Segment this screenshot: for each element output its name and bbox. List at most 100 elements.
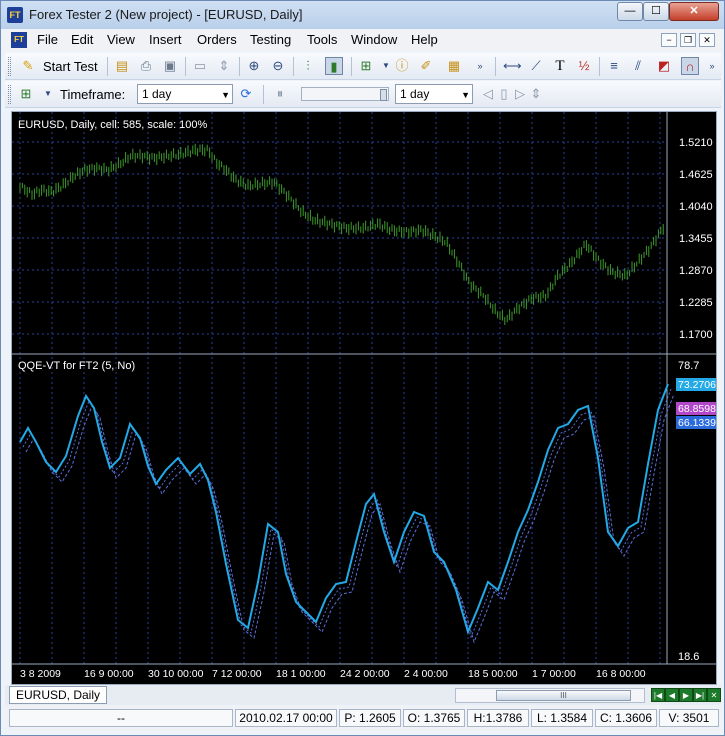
menu-insert[interactable]: Insert — [149, 32, 182, 47]
status-open: O: 1.3765 — [403, 709, 465, 727]
menu-edit[interactable]: Edit — [71, 32, 93, 47]
menu-window[interactable]: Window — [351, 32, 397, 47]
go-to-start-button[interactable]: |◀ — [651, 688, 665, 702]
date-tick-label: 18 5 00:00 — [468, 668, 518, 680]
price-tick-label: 1.5210 — [679, 137, 713, 149]
status-volume: V: 3501 — [659, 709, 719, 727]
fibonacci-icon[interactable]: ½ — [575, 57, 593, 75]
info-icon[interactable]: ⓘ — [393, 57, 411, 75]
price-tick-label: 1.4040 — [679, 201, 713, 213]
separator — [107, 57, 108, 76]
scroll-left-button[interactable]: ◀ — [665, 688, 679, 702]
chart-tab-bar: EURUSD, Daily III |◀ ◀ ▶ ▶| ✕ — [5, 685, 721, 705]
step-end-icon[interactable]: ⇕ — [527, 85, 545, 103]
date-tick-label: 2 4 00:00 — [404, 668, 448, 680]
bar-chart-icon[interactable]: ⫶ — [299, 57, 317, 75]
menu-tools[interactable]: Tools — [307, 32, 337, 47]
status-low: L: 1.3584 — [531, 709, 593, 727]
start-test-button[interactable]: Start Test — [43, 59, 98, 74]
separator — [599, 57, 600, 76]
indicator-value-label: 66.1339 — [678, 417, 716, 429]
horizontal-scrollbar[interactable]: III — [455, 688, 645, 703]
fan-icon[interactable]: ⫽ — [629, 57, 647, 75]
mdi-minimize-button[interactable]: − — [661, 33, 677, 47]
copy-icon[interactable]: ⇕ — [215, 57, 233, 75]
document-icon[interactable]: FT — [11, 32, 27, 48]
speed-slider[interactable] — [301, 87, 389, 101]
maximize-button[interactable]: ☐ — [643, 2, 669, 21]
mdi-close-button[interactable]: ✕ — [699, 33, 715, 47]
menu-view[interactable]: View — [107, 32, 135, 47]
status-high: H:1.3786 — [467, 709, 529, 727]
trend-line-icon[interactable]: ⟋ — [527, 57, 545, 75]
pause-icon[interactable]: ⏸ — [271, 85, 289, 103]
text-tool-icon[interactable]: T — [551, 57, 569, 75]
new-chart-icon[interactable]: ⊞ — [17, 85, 35, 103]
go-to-end-button[interactable]: ▶| — [693, 688, 707, 702]
status-message: -- — [9, 709, 233, 727]
qqe-signal-line-slow — [25, 393, 675, 644]
app-icon: FT — [7, 7, 23, 23]
menu-file[interactable]: File — [37, 32, 58, 47]
overflow-chevron-icon[interactable]: » — [703, 57, 721, 75]
line-segment-icon[interactable]: ⟷ — [503, 57, 522, 75]
status-datetime: 2010.02.17 00:00 — [235, 709, 337, 727]
indicator-max-label: 78.7 — [678, 360, 699, 372]
scrollbar-thumb[interactable]: III — [496, 690, 631, 701]
zoom-in-icon[interactable]: ⊕ — [245, 57, 263, 75]
chart-window[interactable]: EURUSD, Daily, cell: 585, scale: 100% QQ… — [11, 111, 717, 685]
scroll-right-button[interactable]: ▶ — [679, 688, 693, 702]
price-tick-label: 1.3455 — [679, 233, 713, 245]
add-indicator-icon[interactable]: ⊞ — [357, 57, 375, 75]
print-icon[interactable]: ⎙ — [137, 57, 155, 75]
menu-help[interactable]: Help — [411, 32, 438, 47]
candlestick-icon[interactable]: ▮ — [325, 57, 343, 75]
project-icon[interactable]: ▤ — [113, 57, 131, 75]
qqe-signal-line-fast — [22, 388, 672, 639]
timeframe-select[interactable]: 1 day ▼ — [137, 84, 233, 104]
toolbar-grip[interactable] — [8, 57, 11, 76]
separator — [239, 57, 240, 76]
status-bar: -- 2010.02.17 00:00 P: 1.2605 O: 1.3765 … — [5, 706, 721, 730]
broom-icon[interactable]: ✐ — [417, 57, 435, 75]
tab-eurusd-daily[interactable]: EURUSD, Daily — [9, 686, 107, 704]
menu-orders[interactable]: Orders — [197, 32, 237, 47]
close-button[interactable]: ✕ — [669, 2, 719, 21]
chevron-down-icon: ▼ — [461, 90, 470, 100]
step-value: 1 day — [400, 87, 430, 101]
color-picker-icon[interactable]: ◩ — [655, 57, 673, 75]
strategy-icon[interactable]: ▦ — [445, 57, 463, 75]
chart-canvas[interactable]: EURUSD, Daily, cell: 585, scale: 100% QQ… — [12, 112, 716, 684]
horizontal-lines-icon[interactable]: ≡ — [605, 57, 623, 75]
timeframe-value: 1 day — [142, 87, 172, 101]
new-document-icon[interactable]: ▭ — [191, 57, 209, 75]
date-tick-label: 24 2 00:00 — [340, 668, 390, 680]
title-bar[interactable]: FT Forex Tester 2 (New project) - [EURUS… — [1, 1, 724, 29]
start-test-icon[interactable]: ✎ — [19, 57, 37, 75]
magnet-icon[interactable]: ∩ — [681, 57, 699, 75]
price-tick-label: 1.2285 — [679, 297, 713, 309]
indicator-min-label: 18.6 — [678, 651, 699, 663]
zoom-out-icon[interactable]: ⊖ — [269, 57, 287, 75]
price-tick-label: 1.1700 — [679, 329, 713, 341]
toolbar-grip[interactable] — [8, 85, 11, 104]
price-axis: 1.5210 1.4625 1.4040 1.3455 1.2870 1.2285 1.17… — [679, 137, 713, 341]
refresh-clock-icon[interactable]: ⟳ — [237, 85, 255, 103]
close-chart-button[interactable]: ✕ — [707, 688, 721, 702]
price-tick-label: 1.2870 — [679, 265, 713, 277]
qqe-series — [19, 383, 675, 644]
step-select[interactable]: 1 day ▼ — [395, 84, 473, 104]
mdi-restore-button[interactable]: ❐ — [680, 33, 696, 47]
minimize-button[interactable]: — — [617, 2, 643, 21]
menu-testing[interactable]: Testing — [250, 32, 291, 47]
price-tick-label: 1.4625 — [679, 169, 713, 181]
app-window: FT Forex Tester 2 (New project) - [EURUS… — [0, 0, 725, 736]
chevron-down-icon[interactable]: ▼ — [39, 85, 57, 103]
qqe-main-line — [19, 383, 669, 636]
slider-thumb[interactable] — [380, 89, 387, 101]
status-price: P: 1.2605 — [339, 709, 401, 727]
timeframe-label: Timeframe: — [60, 87, 126, 102]
overflow-chevron-icon[interactable]: » — [471, 57, 489, 75]
separator — [293, 57, 294, 76]
save-icon[interactable]: ▣ — [161, 57, 179, 75]
